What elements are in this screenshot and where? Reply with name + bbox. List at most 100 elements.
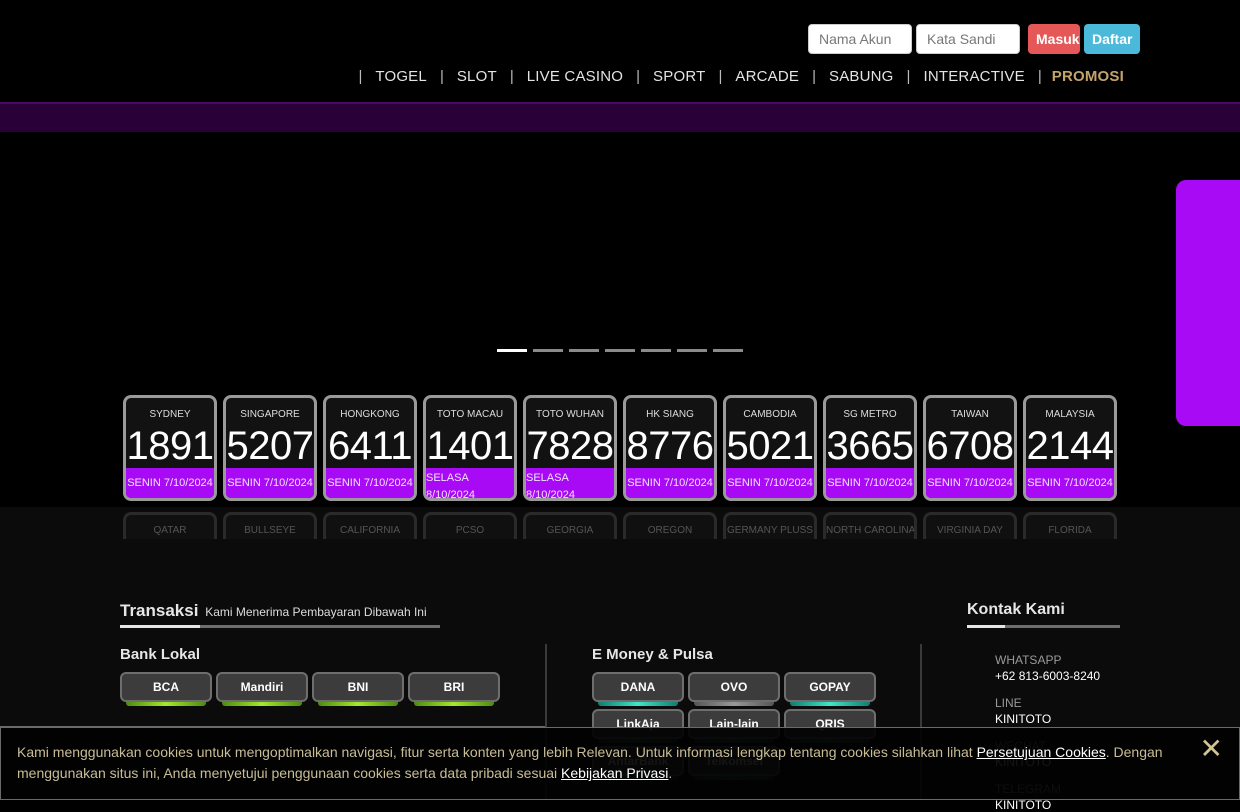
transaksi-heading: Transaksi Kami Menerima Pembayaran Dibaw…: [120, 601, 427, 621]
bank-label: BNI: [347, 680, 369, 694]
result-card-faded[interactable]: PCSO: [423, 512, 517, 539]
result-number: 6411: [327, 424, 413, 468]
result-date: SENIN 7/10/2024: [826, 468, 914, 498]
cookie-consent-link[interactable]: Persetujuan Cookies: [977, 744, 1106, 760]
result-card-faded[interactable]: CALIFORNIA: [323, 512, 417, 539]
contact-whatsapp[interactable]: WHATSAPP +62 813-6003-8240: [995, 653, 1100, 683]
emoney-dana[interactable]: DANA: [592, 672, 684, 706]
nav-separator: |: [906, 68, 911, 85]
emoney-ovo[interactable]: OVO: [688, 672, 780, 706]
result-card[interactable]: TOTO WUHAN 7828 SELASA 8/10/2024: [523, 395, 617, 501]
result-card[interactable]: TAIWAN 6708 SENIN 7/10/2024: [923, 395, 1017, 501]
result-card-faded[interactable]: FLORIDA: [1023, 512, 1117, 539]
market-name: MALAYSIA: [1045, 409, 1095, 420]
result-number: 1891: [126, 424, 214, 468]
market-name: SYDNEY: [149, 409, 191, 420]
nav-item-promosi[interactable]: PROMOSI: [1052, 68, 1124, 85]
result-number: 6708: [926, 424, 1014, 468]
result-date: SENIN 7/10/2024: [226, 468, 314, 498]
bank-label: BCA: [153, 680, 179, 694]
emoney-label: GOPAY: [809, 680, 851, 694]
result-card[interactable]: MALAYSIA 2144 SENIN 7/10/2024: [1023, 395, 1117, 501]
result-card[interactable]: SG METRO 3665 SENIN 7/10/2024: [823, 395, 917, 501]
slider-indicators: [497, 349, 743, 352]
close-icon[interactable]: ✕: [1200, 732, 1223, 765]
result-date: SENIN 7/10/2024: [126, 468, 214, 498]
privacy-policy-link[interactable]: Kebijakan Privasi: [561, 765, 668, 781]
emoney-label: DANA: [620, 680, 656, 694]
result-card-faded[interactable]: OREGON: [623, 512, 717, 539]
slider-dot[interactable]: [713, 349, 743, 352]
result-card[interactable]: CAMBODIA 5021 SENIN 7/10/2024: [723, 395, 817, 501]
market-name: HK SIANG: [646, 409, 694, 420]
bank-bri[interactable]: BRI: [408, 672, 500, 706]
lottery-results-grid-row2: QATAR BULLSEYE CALIFORNIA PCSO GEORGIA O…: [123, 512, 1117, 539]
slider-dot[interactable]: [533, 349, 563, 352]
result-date: SELASA 8/10/2024: [526, 468, 614, 498]
banner-slider[interactable]: [0, 132, 1240, 372]
cookie-text-part: Kami menggunakan cookies untuk mengoptim…: [17, 744, 977, 760]
nav-item-togel[interactable]: TOGEL: [375, 68, 427, 85]
emoney-gopay[interactable]: GOPAY: [784, 672, 876, 706]
nav-item-live-casino[interactable]: LIVE CASINO: [527, 68, 623, 85]
result-date: SENIN 7/10/2024: [326, 468, 414, 498]
username-input[interactable]: [808, 24, 912, 54]
bank-bni[interactable]: BNI: [312, 672, 404, 706]
result-card-faded[interactable]: QATAR: [123, 512, 217, 539]
result-card-faded[interactable]: GEORGIA: [523, 512, 617, 539]
nav-separator: |: [439, 68, 444, 85]
bank-mandiri[interactable]: Mandiri: [216, 672, 308, 706]
result-card[interactable]: HK SIANG 8776 SENIN 7/10/2024: [623, 395, 717, 501]
transaksi-underline: [120, 625, 440, 628]
slider-dot[interactable]: [569, 349, 599, 352]
result-date: SENIN 7/10/2024: [726, 468, 814, 498]
contact-label: LINE: [995, 696, 1022, 710]
transaksi-subtitle: Kami Menerima Pembayaran Dibawah Ini: [205, 605, 427, 619]
slider-dot[interactable]: [677, 349, 707, 352]
cookie-banner: Kami menggunakan cookies untuk mengoptim…: [0, 727, 1240, 800]
nav-item-slot[interactable]: SLOT: [457, 68, 497, 85]
slider-dot[interactable]: [605, 349, 635, 352]
market-name: SINGAPORE: [240, 409, 300, 420]
side-floating-tab[interactable]: [1176, 180, 1240, 426]
result-card-faded[interactable]: VIRGINIA DAY: [923, 512, 1017, 539]
contact-value: KINITOTO: [995, 712, 1052, 726]
password-input[interactable]: [916, 24, 1020, 54]
bank-bca[interactable]: BCA: [120, 672, 212, 706]
login-form: Masuk Daftar: [808, 24, 1140, 54]
transaksi-title: Transaksi: [120, 601, 199, 620]
slider-dot[interactable]: [641, 349, 671, 352]
result-card[interactable]: SYDNEY 1891 SENIN 7/10/2024: [123, 395, 217, 501]
register-button[interactable]: Daftar: [1084, 24, 1140, 54]
contact-value: +62 813-6003-8240: [995, 669, 1101, 683]
site-header: Masuk Daftar | TOGEL | SLOT | LIVE CASIN…: [0, 0, 1240, 102]
result-card-faded[interactable]: BULLSEYE: [223, 512, 317, 539]
result-date: SENIN 7/10/2024: [926, 468, 1014, 498]
bank-lokal-title: Bank Lokal: [120, 646, 201, 663]
login-button[interactable]: Masuk: [1028, 24, 1080, 54]
nav-item-arcade[interactable]: ARCADE: [735, 68, 799, 85]
result-card[interactable]: TOTO MACAU 1401 SELASA 8/10/2024: [423, 395, 517, 501]
nav-item-interactive[interactable]: INTERACTIVE: [923, 68, 1024, 85]
market-name: CAMBODIA: [743, 409, 797, 420]
result-card[interactable]: SINGAPORE 5207 SENIN 7/10/2024: [223, 395, 317, 501]
result-card[interactable]: HONGKONG 6411 SENIN 7/10/2024: [323, 395, 417, 501]
main-nav: | TOGEL | SLOT | LIVE CASINO | SPORT | A…: [345, 68, 1124, 85]
result-number: 8776: [626, 424, 714, 468]
contact-label: WHATSAPP: [995, 653, 1062, 667]
contact-line[interactable]: LINE KINITOTO: [995, 696, 1051, 726]
slider-dot[interactable]: [497, 349, 527, 352]
result-number: 1401: [426, 424, 514, 468]
kontak-title: Kontak Kami: [967, 601, 1065, 618]
result-number: 2144: [1026, 424, 1114, 468]
nav-item-sabung[interactable]: SABUNG: [829, 68, 894, 85]
result-card-faded[interactable]: NORTH CAROLINA: [823, 512, 917, 539]
nav-separator: |: [509, 68, 514, 85]
nav-item-sport[interactable]: SPORT: [653, 68, 705, 85]
market-name: TOTO WUHAN: [536, 409, 604, 420]
result-date: SENIN 7/10/2024: [626, 468, 714, 498]
result-card-faded[interactable]: GERMANY PLUSS: [723, 512, 817, 539]
cookie-text: Kami menggunakan cookies untuk mengoptim…: [17, 742, 1187, 784]
emoney-label: OVO: [720, 680, 748, 694]
kontak-underline: [967, 625, 1120, 628]
